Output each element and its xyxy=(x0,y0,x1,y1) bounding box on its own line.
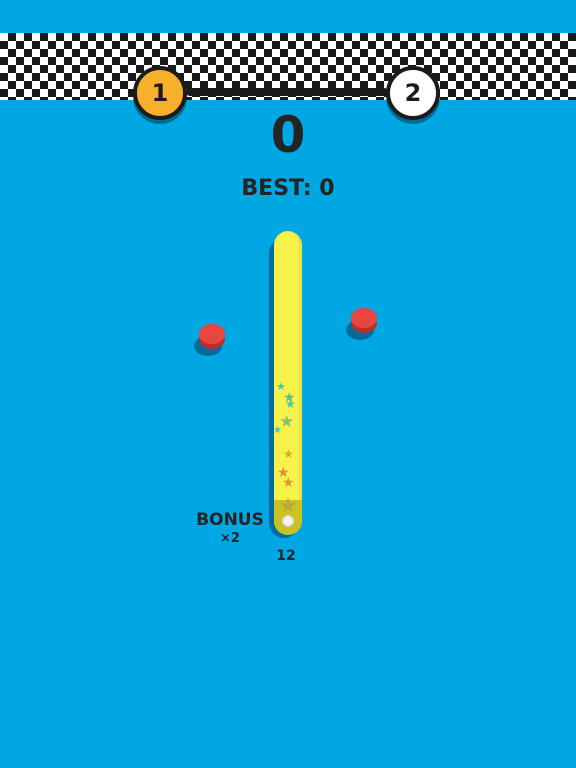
star-sparkle-icon: ★ xyxy=(273,425,282,436)
bonus-multiplier: ×2 xyxy=(220,531,240,546)
score: 0 xyxy=(270,106,306,164)
star-sparkle-icon: ★ xyxy=(279,493,297,517)
top-band xyxy=(0,0,576,33)
red-obstacle xyxy=(351,308,377,328)
star-sparkle-icon: ★ xyxy=(285,397,296,411)
bonus-label: BONUS xyxy=(196,510,264,530)
best-score: BEST: 0 xyxy=(241,176,335,201)
star-sparkle-icon: ★ xyxy=(283,447,294,461)
tube-count: 12 xyxy=(276,548,296,564)
level-progress-bar xyxy=(186,88,388,96)
star-sparkle-icon: ★ xyxy=(282,475,295,491)
next-level-number: 2 xyxy=(404,79,422,107)
ball xyxy=(282,515,294,527)
current-level-number: 1 xyxy=(151,79,169,107)
red-obstacle xyxy=(199,324,225,344)
